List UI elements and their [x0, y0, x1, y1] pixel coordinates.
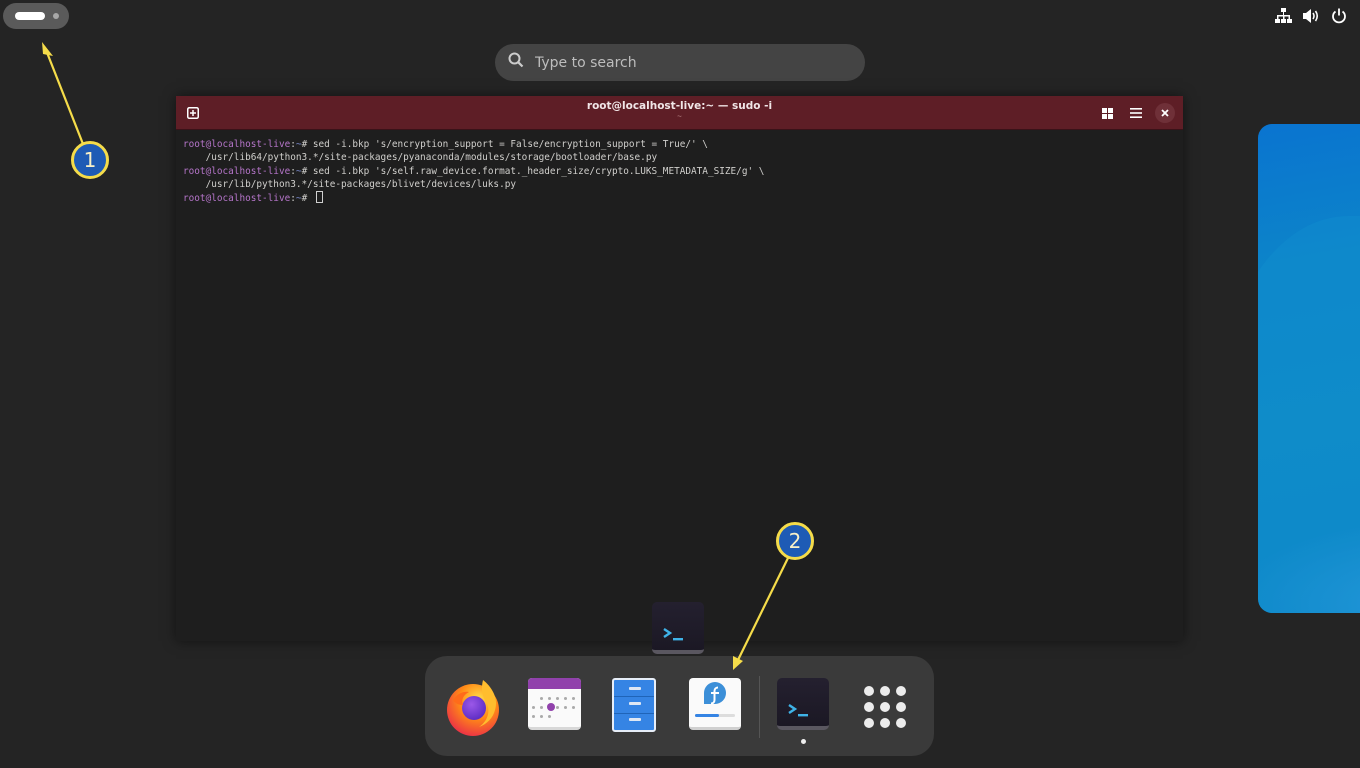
- dash-app-files[interactable]: [612, 678, 668, 734]
- annotation-arrowhead-1: [42, 42, 53, 56]
- terminal-line: /usr/lib64/python3.*/site-packages/pyana…: [183, 152, 658, 164]
- dash-app-terminal[interactable]: [777, 678, 833, 734]
- app-grid-icon: [859, 678, 915, 728]
- power-icon[interactable]: [1330, 7, 1348, 25]
- system-tray[interactable]: [1274, 6, 1348, 26]
- view-grid-icon[interactable]: [1097, 103, 1117, 123]
- show-apps-button[interactable]: [859, 678, 915, 734]
- close-icon[interactable]: [1155, 103, 1175, 123]
- terminal-window[interactable]: root@localhost-live:~ — sudo -i ~ root@l…: [176, 96, 1183, 641]
- annotation-callout-2: 2: [776, 522, 814, 560]
- dash: [425, 656, 934, 756]
- next-workspace-preview[interactable]: [1258, 124, 1360, 613]
- files-icon: [612, 678, 656, 732]
- firefox-icon: [447, 680, 499, 736]
- search-icon: [508, 52, 524, 73]
- running-indicator: [801, 739, 806, 744]
- text-cursor: [315, 191, 323, 204]
- window-title: root@localhost-live:~ — sudo -i: [586, 100, 773, 112]
- calendar-icon: [528, 678, 581, 730]
- dash-app-firefox[interactable]: [445, 678, 501, 736]
- terminal-line: root@localhost-live:~# sed -i.bkp 's/sel…: [183, 165, 765, 177]
- dash-app-installer[interactable]: [689, 678, 745, 734]
- terminal-line: root@localhost-live:~#: [183, 191, 1176, 205]
- terminal-output[interactable]: root@localhost-live:~# sed -i.bkp 's/enc…: [176, 130, 1183, 213]
- terminal-header-bar[interactable]: root@localhost-live:~ — sudo -i ~: [176, 96, 1183, 130]
- annotation-arrow-1: [44, 49, 85, 145]
- workspace-active-indicator: [15, 12, 45, 20]
- menu-icon[interactable]: [1126, 103, 1146, 123]
- activities-button[interactable]: [3, 3, 69, 29]
- terminal-line: root@localhost-live:~# sed -i.bkp 's/enc…: [183, 139, 708, 150]
- annotation-callout-1: 1: [71, 141, 109, 179]
- terminal-line: /usr/lib/python3.*/site-packages/blivet/…: [183, 178, 517, 190]
- fedora-installer-icon: [689, 678, 741, 730]
- workspace-indicator: [53, 13, 59, 19]
- terminal-icon: [777, 678, 829, 730]
- volume-icon[interactable]: [1302, 7, 1320, 25]
- network-wired-icon[interactable]: [1274, 7, 1292, 25]
- dragged-terminal-icon[interactable]: [652, 602, 704, 654]
- dash-separator: [759, 676, 760, 738]
- window-subtitle: ~: [677, 112, 682, 121]
- search-bar[interactable]: [495, 44, 865, 81]
- dash-app-calendar[interactable]: [528, 678, 584, 734]
- search-input[interactable]: [535, 54, 835, 71]
